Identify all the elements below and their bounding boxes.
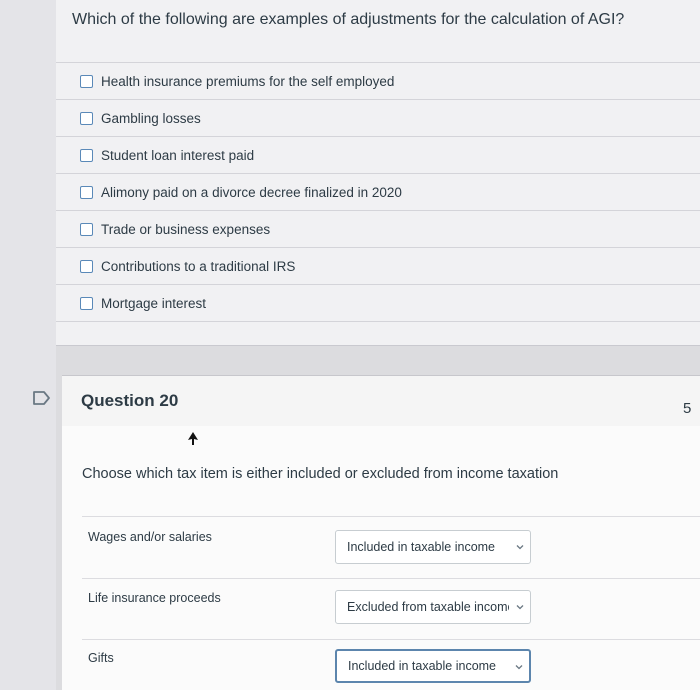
flag-question-icon[interactable]: [32, 390, 52, 406]
question-title: Question 20: [81, 391, 179, 410]
answer-option[interactable]: Gambling losses: [56, 99, 700, 136]
answer-option[interactable]: Trade or business expenses: [56, 210, 700, 247]
question-prompt: Choose which tax item is either included…: [82, 466, 559, 482]
select-value: Included in taxable income: [348, 659, 497, 673]
question-19-panel: Which of the following are examples of a…: [56, 0, 700, 346]
divider: [82, 578, 700, 579]
answer-option[interactable]: Student loan interest paid: [56, 136, 700, 173]
answer-select[interactable]: Excluded from taxable income: [335, 590, 531, 624]
answer-label: Health insurance premiums for the self e…: [101, 73, 395, 89]
answer-select[interactable]: Included in taxable income: [335, 530, 531, 564]
match-item-label: Gifts: [88, 651, 114, 665]
answer-select[interactable]: Included in taxable income: [335, 649, 531, 683]
answer-label: Alimony paid on a divorce decree finaliz…: [101, 184, 402, 200]
question-19-text: Which of the following are examples of a…: [72, 11, 625, 28]
answer-option[interactable]: Mortgage interest: [56, 284, 700, 322]
answer-option[interactable]: Alimony paid on a divorce decree finaliz…: [56, 173, 700, 210]
checkbox[interactable]: [80, 74, 93, 88]
answer-label: Mortgage interest: [101, 295, 207, 311]
checkbox[interactable]: [80, 222, 93, 236]
question-20-header: Question 20: [62, 375, 700, 427]
answer-option[interactable]: Contributions to a traditional IRS: [56, 247, 700, 284]
left-gutter: [0, 0, 56, 690]
answer-label: Gambling losses: [101, 110, 201, 126]
select-value: Excluded from taxable income: [347, 600, 509, 614]
mouse-cursor-icon: [188, 432, 198, 445]
match-item-label: Wages and/or salaries: [88, 530, 212, 544]
answer-option[interactable]: Health insurance premiums for the self e…: [56, 62, 700, 99]
answer-label: Contributions to a traditional IRS: [101, 258, 296, 274]
checkbox[interactable]: [80, 296, 93, 310]
select-value: Included in taxable income: [347, 540, 496, 554]
checkbox[interactable]: [80, 259, 93, 273]
checkbox[interactable]: [80, 185, 93, 199]
match-item-label: Life insurance proceeds: [88, 591, 221, 605]
chevron-down-icon: [516, 605, 524, 610]
answer-list: Health insurance premiums for the self e…: [56, 62, 700, 322]
question-20-body: Choose which tax item is either included…: [62, 426, 700, 690]
chevron-down-icon: [515, 665, 523, 670]
checkbox[interactable]: [80, 148, 93, 162]
answer-label: Student loan interest paid: [101, 147, 255, 163]
chevron-down-icon: [516, 545, 524, 550]
question-points: 5: [683, 400, 692, 417]
answer-label: Trade or business expenses: [101, 221, 271, 237]
divider: [82, 516, 700, 517]
checkbox[interactable]: [80, 111, 93, 125]
divider: [82, 639, 700, 640]
